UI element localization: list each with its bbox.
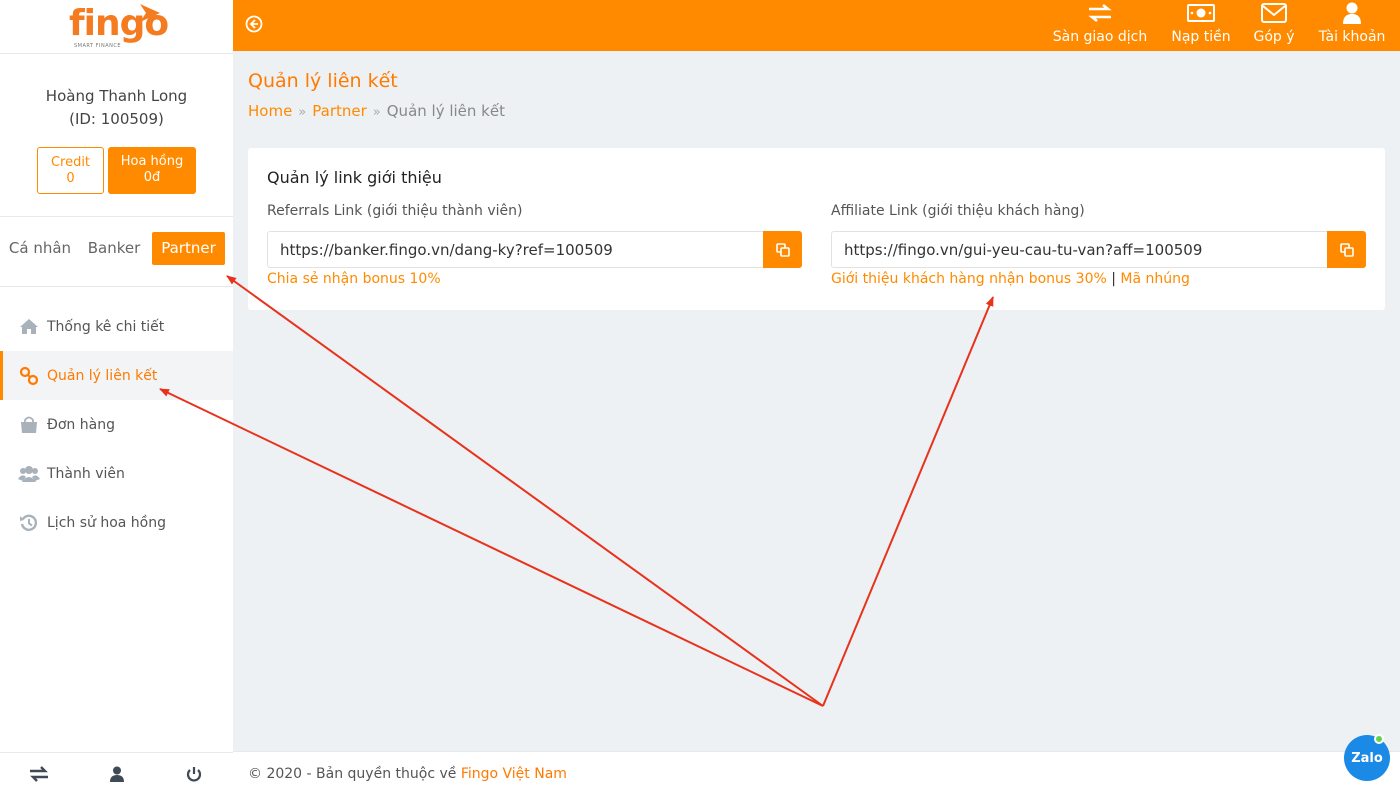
annotation-arrow-affiliate [822,296,994,707]
referral-bonus-text: Chia sẻ nhận bonus 10% [267,271,441,287]
nav-label: Nạp tiền [1171,29,1231,45]
profile-button[interactable] [78,753,156,795]
sidebar-item-statistics[interactable]: Thống kê chi tiết [0,302,233,351]
breadcrumb-current: Quản lý liên kết [386,102,505,120]
footer: © 2020 - Bản quyền thuộc về Fingo Việt N… [233,751,1400,795]
exchange-icon [1049,2,1151,24]
copyright-text: © 2020 - Bản quyền thuộc về Fingo Việt N… [248,764,567,784]
nav-account[interactable]: Tài khoản [1314,0,1390,51]
users-icon [18,464,40,484]
role-tab-personal[interactable]: Cá nhân [4,232,76,265]
breadcrumb-separator-icon: » [372,105,381,120]
sidebar-item-commission-history[interactable]: Lịch sử hoa hồng [0,498,233,547]
copy-referral-link-button[interactable] [763,231,802,268]
logout-button[interactable] [155,753,233,795]
annotation-arrow-link-management [159,388,824,707]
logo[interactable]: fingo SMART FINANCE [66,2,170,52]
credit-balance-button[interactable]: Credit 0 [37,147,104,194]
credit-value: 0 [66,171,75,186]
nav-label: Góp ý [1253,29,1295,45]
affiliate-hint: Giới thiệu khách hàng nhận bonus 30% | M… [831,269,1190,289]
commission-value: 0đ [143,170,161,185]
affiliate-link-label: Affiliate Link (giới thiệu khách hàng) [831,203,1085,219]
sidebar-item-label: Thống kê chi tiết [47,318,165,335]
affiliate-link-input[interactable] [831,231,1328,268]
online-status-dot [1374,734,1384,744]
affiliate-bonus-text: Giới thiệu khách hàng nhận bonus 30% [831,271,1107,287]
copy-icon [775,242,790,257]
divider [0,216,233,217]
card-title: Quản lý link giới thiệu [267,168,442,187]
nav-feedback[interactable]: Góp ý [1248,0,1300,51]
embed-code-link[interactable]: Mã nhúng [1120,271,1190,287]
zalo-chat-button[interactable]: Zalo [1344,735,1390,781]
sidebar-item-members[interactable]: Thành viên [0,449,233,498]
annotation-arrow-partner [226,275,824,707]
divider [0,286,233,287]
back-circle-icon[interactable] [245,15,263,33]
money-icon [1166,2,1236,24]
nav-exchange[interactable]: Sàn giao dịch [1049,0,1151,51]
breadcrumb-home[interactable]: Home [248,102,292,120]
exchange-button[interactable] [0,753,78,795]
copy-affiliate-link-button[interactable] [1327,231,1366,268]
zalo-label: Zalo [1351,750,1383,766]
nav-label: Sàn giao dịch [1052,29,1148,45]
sidebar: fingo SMART FINANCE Hoàng Thanh Long (ID… [0,0,233,795]
user-icon [1314,2,1390,24]
envelope-icon [1248,2,1300,24]
sidebar-item-label: Quản lý liên kết [47,367,158,384]
breadcrumb-separator-icon: » [298,105,307,120]
page-title: Quản lý liên kết [248,70,398,92]
logo-tagline: SMART FINANCE [74,43,122,49]
role-tab-partner[interactable]: Partner [152,232,225,265]
referral-link-label: Referrals Link (giới thiệu thành viên) [267,203,523,219]
divider [0,53,233,54]
link-icon [18,366,40,386]
credit-label: Credit [50,155,91,170]
shopping-bag-icon [18,415,40,435]
breadcrumb: Home » Partner » Quản lý liên kết [248,101,505,123]
hint-separator: | [1111,271,1116,287]
sidebar-item-label: Thành viên [47,465,125,482]
sidebar-item-label: Lịch sử hoa hồng [47,514,166,531]
power-icon [187,767,202,782]
user-name: Hoàng Thanh Long [45,87,188,105]
sidebar-item-link-management[interactable]: Quản lý liên kết [0,351,233,400]
company-link[interactable]: Fingo Việt Nam [461,766,567,782]
logo-arrow-icon [140,4,160,22]
home-icon [18,317,40,337]
referral-links-card: Quản lý link giới thiệu Referrals Link (… [248,148,1385,310]
user-icon [109,766,124,782]
top-navbar: Sàn giao dịch Nạp tiền Góp ý Tài khoản [233,0,1400,51]
sidebar-item-orders[interactable]: Đơn hàng [0,400,233,449]
referral-link-input[interactable] [267,231,764,268]
copyright-label: © 2020 - Bản quyền thuộc về [248,766,461,782]
history-icon [18,513,40,533]
breadcrumb-partner[interactable]: Partner [312,102,367,120]
role-tab-banker[interactable]: Banker [80,232,148,265]
user-id: (ID: 100509) [69,110,164,128]
commission-balance-button[interactable]: Hoa hồng 0đ [108,147,196,194]
sidebar-footer [0,752,233,795]
exchange-icon [29,766,48,782]
nav-deposit[interactable]: Nạp tiền [1166,0,1236,51]
sidebar-item-label: Đơn hàng [47,416,115,433]
copy-icon [1339,242,1354,257]
nav-label: Tài khoản [1318,29,1386,45]
commission-label: Hoa hồng [120,154,184,169]
